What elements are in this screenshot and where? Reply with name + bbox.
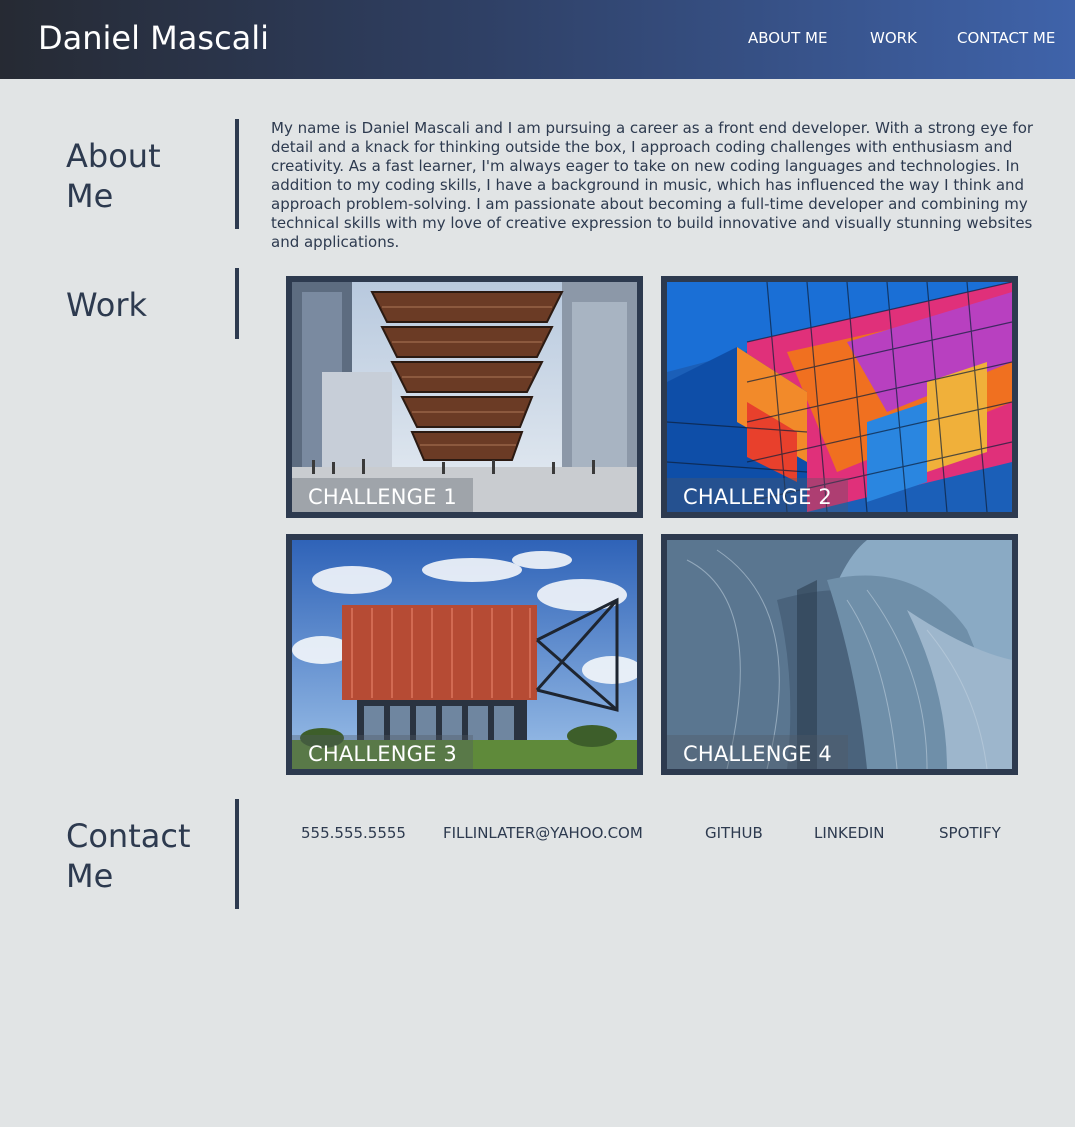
about-heading: About Me xyxy=(66,137,161,215)
challenge-card-3[interactable]: CHALLENGE 3 xyxy=(286,534,643,775)
challenge-2-label: CHALLENGE 2 xyxy=(667,478,848,512)
work-divider xyxy=(235,268,239,339)
challenge-3-label: CHALLENGE 3 xyxy=(292,735,473,769)
contact-phone[interactable]: 555.555.5555 xyxy=(301,824,406,842)
about-divider xyxy=(235,119,239,229)
about-text: My name is Daniel Mascali and I am pursu… xyxy=(271,119,1034,251)
challenge-1-label: CHALLENGE 1 xyxy=(292,478,473,512)
challenge-card-4[interactable]: CHALLENGE 4 xyxy=(661,534,1018,775)
challenge-4-label: CHALLENGE 4 xyxy=(667,735,848,769)
work-heading: Work xyxy=(66,286,148,324)
contact-spotify[interactable]: SPOTIFY xyxy=(939,824,1001,842)
site-title: Daniel Mascali xyxy=(38,19,270,57)
site-header: Daniel Mascali ABOUT ME WORK CONTACT ME xyxy=(0,0,1075,79)
contact-heading: Contact Me xyxy=(66,817,191,895)
nav-work[interactable]: WORK xyxy=(870,29,917,47)
challenge-card-1[interactable]: CHALLENGE 1 xyxy=(286,276,643,518)
nav-about-me[interactable]: ABOUT ME xyxy=(748,29,827,47)
contact-email[interactable]: FILLINLATER@YAHOO.COM xyxy=(443,824,643,842)
challenge-card-2[interactable]: CHALLENGE 2 xyxy=(661,276,1018,518)
contact-linkedin[interactable]: LINKEDIN xyxy=(814,824,885,842)
nav-contact-me[interactable]: CONTACT ME xyxy=(957,29,1055,47)
contact-github[interactable]: GITHUB xyxy=(705,824,763,842)
contact-divider xyxy=(235,799,239,909)
